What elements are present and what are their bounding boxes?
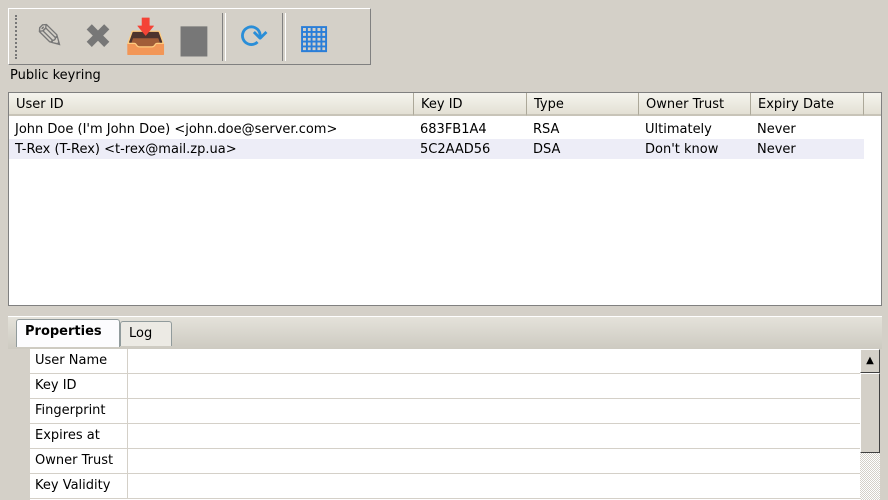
- cell-expiry-date: Never: [757, 141, 796, 157]
- table-row[interactable]: T-Rex (T-Rex) <t-rex@mail.zp.ua> 5C2AAD5…: [9, 139, 864, 159]
- property-value[interactable]: [128, 399, 860, 423]
- tab-bar: Properties Log: [8, 316, 882, 349]
- arrow-up-icon: ▲: [866, 355, 874, 366]
- property-label: User Name: [30, 349, 128, 373]
- property-value[interactable]: [128, 424, 860, 448]
- property-label: Expires at: [30, 424, 128, 448]
- delete-x-icon: ✖: [83, 16, 113, 57]
- toolbar-separator: [282, 12, 286, 61]
- property-value[interactable]: [128, 449, 860, 473]
- scroll-thumb[interactable]: [860, 373, 880, 453]
- toolbar-separator: [222, 12, 226, 61]
- export-icon: ▆: [180, 16, 208, 57]
- property-label: Key ID: [30, 374, 128, 398]
- cell-key-id: 5C2AAD56: [420, 141, 491, 157]
- property-row[interactable]: Key Validity: [30, 474, 860, 499]
- export-button[interactable]: ▆: [173, 14, 215, 60]
- property-row[interactable]: Expires at: [30, 424, 860, 449]
- cell-type: RSA: [533, 121, 560, 137]
- cell-user-id: John Doe (I'm John Doe) <john.doe@server…: [15, 121, 338, 137]
- key-list[interactable]: User ID Key ID Type Owner Trust Expiry D…: [8, 92, 882, 306]
- refresh-button[interactable]: ⟳: [233, 14, 275, 60]
- column-user-id[interactable]: User ID: [9, 93, 414, 116]
- column-type[interactable]: Type: [527, 93, 639, 116]
- cell-type: DSA: [533, 141, 561, 157]
- toolbar-grip[interactable]: [15, 14, 20, 59]
- keyring-label: Public keyring: [10, 68, 101, 83]
- tab-properties[interactable]: Properties: [16, 319, 120, 347]
- column-owner-trust[interactable]: Owner Trust: [639, 93, 751, 116]
- cell-key-id: 683FB1A4: [420, 121, 487, 137]
- pencil-icon: ✎: [35, 16, 65, 57]
- property-label: Fingerprint: [30, 399, 128, 423]
- tab-log[interactable]: Log: [120, 321, 172, 346]
- property-row[interactable]: Fingerprint: [30, 399, 860, 424]
- property-row[interactable]: Owner Trust: [30, 449, 860, 474]
- window-icon: ▦: [297, 16, 331, 57]
- cell-owner-trust: Don't know: [645, 141, 719, 157]
- scroll-up-button[interactable]: ▲: [860, 349, 880, 373]
- cell-user-id: T-Rex (T-Rex) <t-rex@mail.zp.ua>: [15, 141, 237, 157]
- property-label: Owner Trust: [30, 449, 128, 473]
- keyring-view-button[interactable]: ▦: [293, 14, 335, 60]
- properties-grid: User Name Key ID Fingerprint Expires at …: [10, 349, 860, 500]
- edit-button[interactable]: ✎: [29, 14, 71, 60]
- property-label: Key Validity: [30, 474, 128, 498]
- column-key-id[interactable]: Key ID: [414, 93, 527, 116]
- cell-owner-trust: Ultimately: [645, 121, 712, 137]
- import-button[interactable]: 📥: [125, 14, 167, 60]
- delete-button[interactable]: ✖: [77, 14, 119, 60]
- property-value[interactable]: [128, 374, 860, 398]
- table-row[interactable]: John Doe (I'm John Doe) <john.doe@server…: [9, 119, 864, 139]
- list-header: User ID Key ID Type Owner Trust Expiry D…: [9, 93, 881, 116]
- property-row[interactable]: User Name: [30, 349, 860, 374]
- column-filler: [864, 93, 881, 116]
- import-folder-icon: 📥: [124, 16, 168, 57]
- column-expiry-date[interactable]: Expiry Date: [751, 93, 864, 116]
- refresh-icon: ⟳: [239, 16, 269, 57]
- property-row[interactable]: Key ID: [30, 374, 860, 399]
- property-value[interactable]: [128, 349, 860, 373]
- cell-expiry-date: Never: [757, 121, 796, 137]
- properties-scrollbar[interactable]: ▲: [860, 349, 880, 500]
- toolbar: ✎ ✖ 📥 ▆ ⟳ ▦: [8, 8, 371, 65]
- property-value[interactable]: [128, 474, 860, 498]
- grid-gutter: [10, 349, 30, 500]
